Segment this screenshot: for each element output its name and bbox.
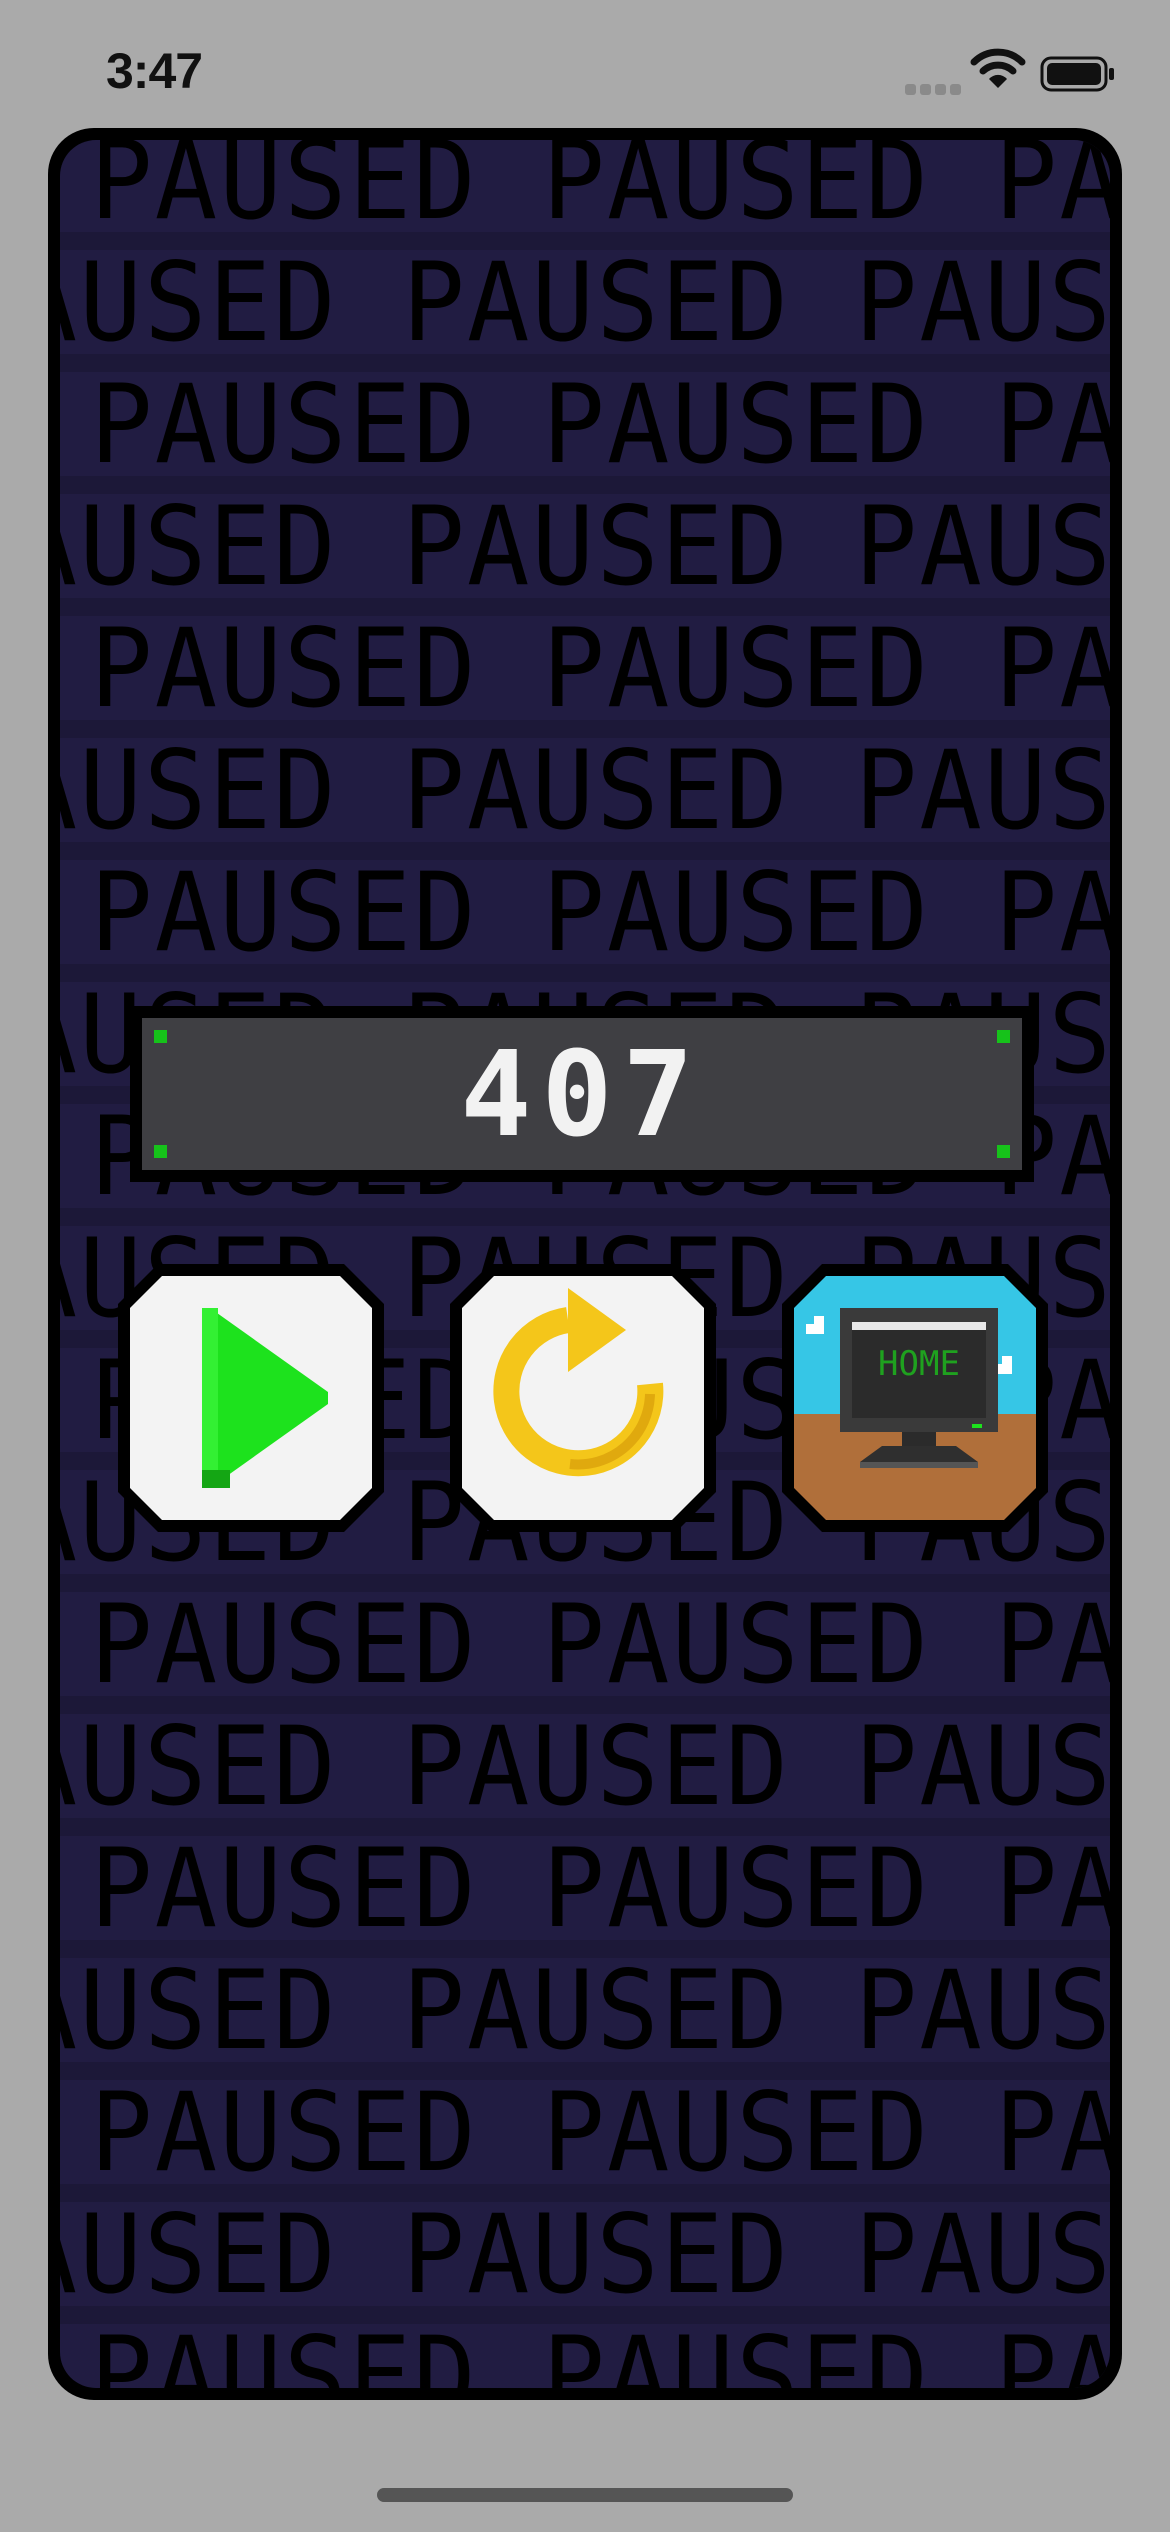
- paused-text-row: PAUSED PAUSED PAUSED PAUSED PAUSED PAUSE…: [90, 2067, 1110, 2197]
- paused-text-row: PAUSED PAUSED PAUSED PAUSED PAUSED PAUSE…: [60, 481, 1110, 611]
- play-icon: [118, 1264, 384, 1532]
- score-value: 407: [460, 1025, 704, 1163]
- paused-text-row: PAUSED PAUSED PAUSED PAUSED PAUSED PAUSE…: [60, 237, 1110, 367]
- score-panel: 407: [130, 1006, 1034, 1182]
- game-screen: PAUSED PAUSED PAUSED PAUSED PAUSED PAUSE…: [60, 140, 1110, 2388]
- resume-button[interactable]: [118, 1264, 384, 1532]
- paused-text-row: PAUSED PAUSED PAUSED PAUSED PAUSED PAUSE…: [90, 1579, 1110, 1709]
- clock: 3:47: [106, 43, 203, 99]
- paused-text-row: PAUSED PAUSED PAUSED PAUSED PAUSED PAUSE…: [90, 603, 1110, 733]
- home-button[interactable]: HOME: [782, 1264, 1048, 1532]
- game-frame: PAUSED PAUSED PAUSED PAUSED PAUSED PAUSE…: [48, 128, 1122, 2400]
- paused-text-row: PAUSED PAUSED PAUSED PAUSED PAUSED PAUSE…: [60, 1945, 1110, 2075]
- home-computer-icon: [782, 1264, 1048, 1532]
- paused-text-row: PAUSED PAUSED PAUSED PAUSED PAUSED PAUSE…: [90, 359, 1110, 489]
- paused-text-row: PAUSED PAUSED PAUSED PAUSED PAUSED PAUSE…: [60, 1701, 1110, 1831]
- restart-arrow-icon: [450, 1264, 716, 1532]
- paused-text-row: PAUSED PAUSED PAUSED PAUSED PAUSED PAUSE…: [60, 725, 1110, 855]
- battery-icon: [1040, 56, 1116, 96]
- home-label: HOME: [878, 1344, 960, 1384]
- status-bar: 3:47: [0, 0, 1170, 140]
- paused-text-row: PAUSED PAUSED PAUSED PAUSED PAUSED PAUSE…: [60, 2189, 1110, 2319]
- cellular-signal-icon: [905, 80, 965, 99]
- home-indicator[interactable]: [377, 2488, 793, 2502]
- paused-text-row: PAUSED PAUSED PAUSED PAUSED PAUSED PAUSE…: [90, 847, 1110, 977]
- wifi-icon: [970, 48, 1026, 94]
- restart-button[interactable]: [450, 1264, 716, 1532]
- paused-text-row: PAUSED PAUSED PAUSED PAUSED PAUSED PAUSE…: [90, 2311, 1110, 2388]
- paused-text-row: PAUSED PAUSED PAUSED PAUSED PAUSED PAUSE…: [90, 140, 1110, 245]
- paused-text-row: PAUSED PAUSED PAUSED PAUSED PAUSED PAUSE…: [90, 1823, 1110, 1953]
